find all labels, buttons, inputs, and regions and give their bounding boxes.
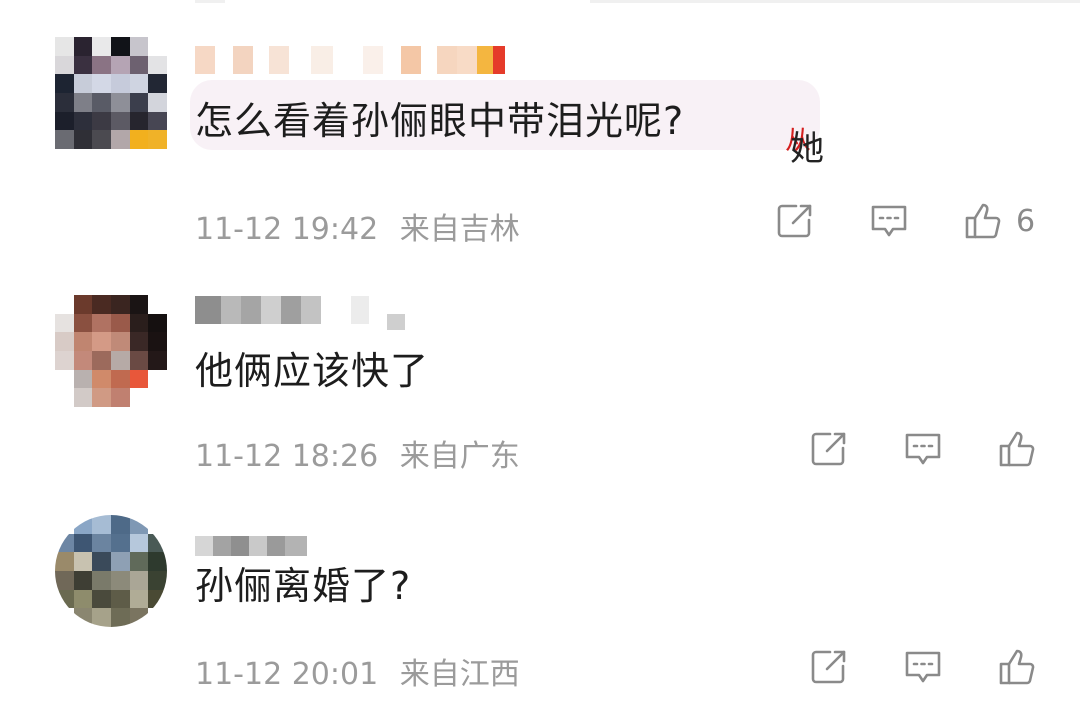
comment-location: 来自广东	[399, 439, 520, 474]
comment-meta: 11-12 20:01 来自江西	[195, 649, 520, 693]
like-icon	[999, 649, 1035, 685]
avatar[interactable]	[55, 37, 167, 149]
like-button[interactable]: 6	[962, 200, 1035, 242]
comment-time: 11-12 19:42	[195, 212, 379, 247]
like-count: 6	[1016, 203, 1036, 239]
watermark-overlay: 她	[790, 129, 824, 169]
share-icon	[811, 650, 846, 684]
comment-location: 来自江西	[399, 657, 520, 692]
comment-actions	[808, 428, 1038, 470]
like-icon	[965, 203, 1001, 239]
share-button[interactable]	[808, 646, 850, 688]
reply-icon	[905, 651, 941, 683]
comment-actions: 6	[774, 200, 1035, 242]
avatar[interactable]	[55, 515, 167, 627]
share-button[interactable]	[774, 200, 816, 242]
share-button[interactable]	[808, 428, 850, 470]
reply-icon	[905, 433, 941, 465]
username-redacted[interactable]	[195, 536, 307, 556]
reply-button[interactable]	[868, 200, 910, 242]
reply-button[interactable]	[902, 646, 944, 688]
comment-text: 孙俪离婚了?	[195, 564, 412, 608]
comment-time: 11-12 20:01	[195, 657, 379, 692]
divider-right	[590, 0, 1080, 3]
divider-left	[195, 0, 225, 3]
like-button[interactable]	[996, 646, 1038, 688]
comment-location: 来自吉林	[399, 212, 520, 247]
comment-text: 他俩应该快了	[195, 349, 430, 393]
comment-text: 怎么看着孙俪眼中带泪光呢?	[195, 99, 685, 143]
reply-icon	[871, 205, 907, 237]
avatar[interactable]	[55, 295, 167, 407]
username-redacted[interactable]	[195, 46, 505, 74]
share-icon	[811, 432, 846, 466]
comment-time: 11-12 18:26	[195, 439, 379, 474]
like-button[interactable]	[996, 428, 1038, 470]
comment-meta: 11-12 18:26 来自广东	[195, 431, 520, 475]
comment-actions	[808, 646, 1038, 688]
username-redacted[interactable]	[195, 296, 405, 330]
comment-meta: 11-12 19:42 来自吉林	[195, 204, 520, 248]
reply-button[interactable]	[902, 428, 944, 470]
share-icon	[777, 204, 812, 238]
like-icon	[999, 431, 1035, 467]
